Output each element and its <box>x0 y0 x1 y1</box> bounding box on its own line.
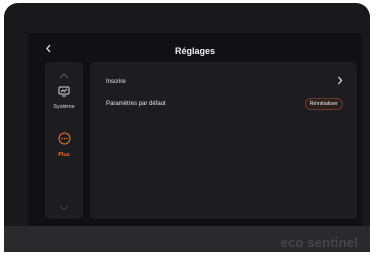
sidebar-item-label: Système <box>53 104 75 110</box>
sidebar: Système Plus <box>45 62 83 219</box>
device-bottom-bar: eco sentinel <box>4 226 370 252</box>
chevron-right-icon <box>337 76 343 88</box>
settings-row-label: Paramètres par défaut <box>106 101 166 107</box>
settings-panel: Inscrire Paramètres par défaut Réinitial… <box>90 62 357 219</box>
page-title: Réglages <box>174 46 216 56</box>
chevron-up-icon <box>59 73 69 79</box>
settings-row-defaults: Paramètres par défaut Réinitialiser <box>106 98 343 112</box>
scroll-up-button[interactable] <box>45 66 83 84</box>
more-dots-icon <box>57 132 71 145</box>
brand-logo: eco sentinel <box>280 235 358 250</box>
sidebar-item-systeme[interactable]: Système <box>45 84 83 110</box>
chevron-down-icon <box>59 205 69 211</box>
screen: Réglages Système Plus Inscrire Paramètre… <box>28 33 362 229</box>
monitor-icon <box>58 86 70 97</box>
settings-row-label: Inscrire <box>106 79 126 85</box>
settings-row-inscrire[interactable]: Inscrire <box>106 76 343 90</box>
sidebar-item-label: Plus <box>58 152 70 158</box>
sidebar-item-plus[interactable]: Plus <box>45 132 83 158</box>
device-frame: Réglages Système Plus Inscrire Paramètre… <box>4 3 370 252</box>
scroll-down-button[interactable] <box>45 198 83 216</box>
reset-button[interactable]: Réinitialiser <box>304 98 343 110</box>
